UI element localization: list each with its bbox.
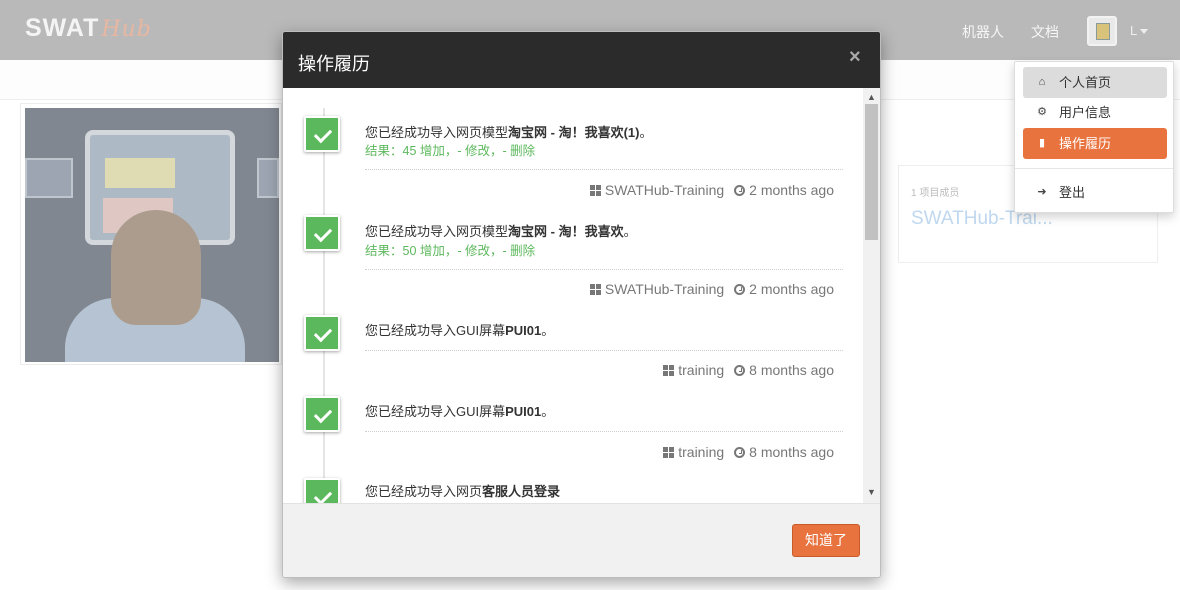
menu-item-label: 操作履历 — [1059, 136, 1112, 151]
clock-icon — [734, 284, 746, 295]
entry-target: PUI01 — [505, 323, 542, 338]
menu-item-profile[interactable]: ⚙ 用户信息 — [1023, 97, 1167, 128]
grid-icon — [589, 284, 601, 295]
entry-time: 8 months ago — [749, 362, 834, 378]
entry-project[interactable]: training — [678, 362, 724, 378]
nav-docs-link[interactable]: 文档 — [1031, 22, 1059, 42]
grid-icon — [663, 365, 675, 376]
entry-project[interactable]: SWATHub-Training — [605, 281, 724, 297]
entry-project[interactable]: SWATHub-Training — [605, 182, 724, 198]
check-icon — [304, 396, 340, 432]
nav-robot-link[interactable]: 机器人 — [962, 22, 1004, 42]
modal-footer: 知道了 — [283, 503, 880, 577]
menu-item-logout[interactable]: ➜ 登出 — [1023, 177, 1167, 208]
menu-item-label: 登出 — [1059, 185, 1086, 200]
hero-card — [20, 103, 282, 365]
menu-item-history[interactable]: ▮ 操作履历 — [1023, 128, 1167, 159]
clock-icon — [734, 447, 746, 458]
clock-icon — [734, 365, 746, 376]
check-icon — [304, 215, 340, 251]
check-icon — [304, 478, 340, 503]
modal-body[interactable]: 您已经成功导入网页模型淘宝网 - 淘！我喜欢(1)。 结果：45 增加，- 修改… — [283, 88, 880, 503]
clock-icon — [734, 185, 746, 196]
check-icon — [304, 315, 340, 351]
menu-item-label: 用户信息 — [1059, 105, 1112, 120]
history-modal: 操作履历 × 您已经成功导入网页模型淘宝网 - 淘！我喜欢(1)。 结果：45 … — [282, 31, 881, 578]
entry-time: 8 months ago — [749, 444, 834, 460]
menu-divider — [1015, 168, 1173, 169]
user-dropdown-menu: ⌂ 个人首页 ⚙ 用户信息 ▮ 操作履历 ➜ 登出 — [1014, 61, 1174, 213]
entry-target: 客服人员登录 — [482, 484, 561, 499]
entry-meta: SWATHub-Training 2 months ago — [589, 281, 834, 297]
user-menu-toggle[interactable]: L — [1130, 23, 1149, 38]
entry-prefix: 您已经成功导入GUI屏幕 — [365, 323, 506, 338]
entry-meta: training 8 months ago — [663, 444, 834, 460]
entry-text: 您已经成功导入网页模型淘宝网 - 淘！我喜欢(1)。 — [365, 122, 652, 141]
logo-sub: Hub — [101, 17, 152, 42]
avatar[interactable] — [1087, 16, 1117, 46]
entry-suffix: 。 — [639, 125, 653, 140]
cogs-icon: ⚙ — [1037, 106, 1047, 118]
book-icon: ▮ — [1038, 137, 1046, 149]
check-icon — [304, 116, 340, 152]
entry-result: 结果：45 增加，- 修改，- 删除 — [365, 144, 536, 158]
entry-result: 结果：50 增加，- 修改，- 删除 — [365, 244, 536, 258]
entry-text: 您已经成功导入网页模型淘宝网 - 淘！我喜欢。 — [365, 221, 637, 240]
modal-title: 操作履历 — [298, 54, 370, 74]
grid-icon — [589, 185, 601, 196]
logo-main: SWAT — [25, 14, 100, 42]
entry-prefix: 您已经成功导入网页 — [365, 484, 483, 499]
entry-divider — [365, 350, 843, 351]
scroll-down-icon[interactable]: ▼ — [863, 485, 880, 499]
entry-prefix: 您已经成功导入网页模型 — [365, 125, 509, 140]
entry-text: 您已经成功导入GUI屏幕PUI01。 — [365, 320, 554, 339]
caret-down-icon — [1140, 29, 1149, 35]
entry-target: 淘宝网 - 淘！我喜欢(1) — [508, 125, 640, 140]
user-name: L — [1130, 23, 1138, 38]
entry-target: 淘宝网 - 淘！我喜欢 — [508, 224, 624, 239]
modal-header: 操作履历 × — [283, 32, 880, 88]
entry-target: PUI01 — [505, 404, 542, 419]
close-icon[interactable]: × — [849, 47, 861, 67]
entry-time: 2 months ago — [749, 182, 834, 198]
home-icon: ⌂ — [1038, 76, 1046, 88]
sign-out-icon: ➜ — [1037, 186, 1047, 198]
entry-suffix: 。 — [541, 404, 555, 419]
timeline-line — [323, 108, 325, 503]
project-members: 1 项目成员 — [911, 188, 960, 199]
scrollbar[interactable]: ▲ ▼ — [863, 88, 880, 503]
backdrop-dim — [25, 108, 279, 362]
entry-meta: training 8 months ago — [663, 362, 834, 378]
entry-suffix: 。 — [541, 323, 555, 338]
entry-divider — [365, 269, 843, 270]
logo[interactable]: SWATHub — [25, 14, 152, 43]
entry-divider — [365, 431, 843, 432]
entry-meta: SWATHub-Training 2 months ago — [589, 182, 834, 198]
entry-suffix: 。 — [623, 224, 637, 239]
entry-text: 您已经成功导入网页客服人员登录 — [365, 481, 560, 500]
grid-icon — [663, 447, 675, 458]
entry-prefix: 您已经成功导入GUI屏幕 — [365, 404, 506, 419]
entry-divider — [365, 169, 843, 170]
entry-project[interactable]: training — [678, 444, 724, 460]
ok-button[interactable]: 知道了 — [792, 524, 860, 557]
scroll-up-icon[interactable]: ▲ — [863, 90, 880, 104]
menu-item-home[interactable]: ⌂ 个人首页 — [1023, 67, 1167, 98]
entry-time: 2 months ago — [749, 281, 834, 297]
entry-text: 您已经成功导入GUI屏幕PUI01。 — [365, 401, 554, 420]
menu-item-label: 个人首页 — [1059, 75, 1112, 90]
entry-prefix: 您已经成功导入网页模型 — [365, 224, 509, 239]
scroll-thumb[interactable] — [865, 104, 878, 240]
